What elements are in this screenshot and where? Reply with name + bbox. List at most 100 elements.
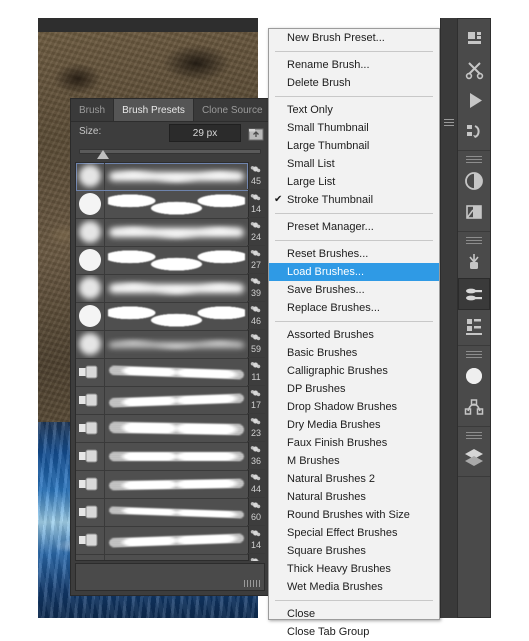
menu-item-label: DP Brushes [287,383,346,395]
dock-group-grip[interactable] [466,351,482,358]
menu-item-small-thumbnail[interactable]: Small Thumbnail [269,119,439,137]
brush-tip-mini-icon [248,359,263,371]
brush-stroke-thumbnail [105,415,248,442]
menu-item-assorted-brushes[interactable]: Assorted Brushes [269,326,439,344]
brush-tip-mini-icon [248,527,263,539]
brush-preset-row[interactable] [76,359,248,387]
menu-item-text-only[interactable]: Text Only [269,101,439,119]
brush-preset-row[interactable] [76,471,248,499]
menu-item-load-brushes[interactable]: Load Brushes... [269,263,439,281]
dock-group-grip[interactable] [466,156,482,163]
menu-item-stroke-thumbnail[interactable]: ✔ Stroke Thumbnail [269,191,439,209]
menu-item-faux-finish-brushes[interactable]: Faux Finish Brushes [269,434,439,452]
menu-item-close[interactable]: Close [269,605,439,623]
brush-preset-row[interactable] [76,275,248,303]
brush-size-number: 23 [250,428,261,438]
play-icon[interactable] [459,85,489,115]
brush-preset-row[interactable] [76,247,248,275]
adjustments-icon[interactable] [459,166,489,196]
brush-tip-thumbnail-soft-round-icon [76,331,105,358]
menu-item-label: Text Only [287,104,333,116]
brush-tip-mini-icon [248,275,263,287]
panel-tab-clone-source[interactable]: Clone Source [193,99,272,121]
panel-resize-grip[interactable] [244,580,260,587]
brush-presets-icon[interactable] [458,278,490,310]
menu-item-m-brushes[interactable]: M Brushes [269,452,439,470]
brush-size-number-cell: 36 [247,442,265,470]
paths-icon[interactable] [459,392,489,422]
menu-item-label: Rename Brush... [287,59,370,71]
brush-size-number: 39 [250,288,261,298]
menu-item-delete-brush[interactable]: Delete Brush [269,74,439,92]
menu-item-replace-brushes[interactable]: Replace Brushes... [269,299,439,317]
brush-preset-row[interactable] [76,499,248,527]
load-brushes-folder-icon[interactable] [247,125,265,143]
brush-preset-row[interactable] [76,415,248,443]
brush-size-value[interactable]: 29 px [169,124,241,142]
brush-tip-thumbnail-flat-bristle-icon [76,359,105,386]
menu-item-label: Reset Brushes... [287,248,369,260]
brush-tip-mini-icon [248,499,263,511]
brush-preset-row[interactable] [76,555,248,560]
dock-grip[interactable] [444,118,454,126]
brush-preset-row[interactable] [76,163,248,191]
brush-preset-row[interactable] [76,443,248,471]
menu-item-calligraphic-brushes[interactable]: Calligraphic Brushes [269,362,439,380]
brush-preset-row[interactable] [76,331,248,359]
menu-item-label: Preset Manager... [287,221,374,233]
menu-item-drop-shadow-brushes[interactable]: Drop Shadow Brushes [269,398,439,416]
menu-item-natural-brushes[interactable]: Natural Brushes [269,488,439,506]
masks-icon[interactable] [459,197,489,227]
brush-preset-list[interactable] [75,162,249,561]
menu-item-small-list[interactable]: Small List [269,155,439,173]
menu-item-preset-manager[interactable]: Preset Manager... [269,218,439,236]
brush-preset-row[interactable] [76,527,248,555]
layers-icon[interactable] [459,442,489,472]
brush-tip-thumbnail-fan-bristle-icon [76,443,105,470]
menu-item-close-tab-group[interactable]: Close Tab Group [269,623,439,641]
menu-item-wet-media-brushes[interactable]: Wet Media Brushes [269,578,439,596]
menu-item-label: Special Effect Brushes [287,527,398,539]
check-icon: ✔ [274,194,283,205]
menu-separator [275,213,433,214]
brush-preset-row[interactable] [76,219,248,247]
panel-tab-brush-presets[interactable]: Brush Presets [114,99,194,121]
menu-item-special-effect-brushes[interactable]: Special Effect Brushes [269,524,439,542]
brush-preset-row[interactable] [76,387,248,415]
menu-item-thick-heavy-brushes[interactable]: Thick Heavy Brushes [269,560,439,578]
color-icon[interactable] [459,361,489,391]
dock-group-grip[interactable] [466,237,482,244]
brush-preset-row[interactable] [76,191,248,219]
menu-item-dry-media-brushes[interactable]: Dry Media Brushes [269,416,439,434]
menu-item-save-brushes[interactable]: Save Brushes... [269,281,439,299]
menu-item-large-list[interactable]: Large List [269,173,439,191]
menu-item-basic-brushes[interactable]: Basic Brushes [269,344,439,362]
menu-item-label: Assorted Brushes [287,329,374,341]
brush-size-slider[interactable] [71,145,269,161]
brush-icon[interactable] [459,247,489,277]
menu-item-reset-brushes[interactable]: Reset Brushes... [269,245,439,263]
slider-knob[interactable] [97,150,109,159]
scissors-icon[interactable] [459,54,489,84]
menu-item-round-brushes-with-size[interactable]: Round Brushes with Size [269,506,439,524]
clone-source-icon[interactable] [459,311,489,341]
brush-stroke-thumbnail [105,275,248,302]
menu-item-new-brush-preset[interactable]: New Brush Preset... [269,29,439,47]
brush-stroke-thumbnail [105,555,248,560]
brush-stroke-thumbnail [105,443,248,470]
menu-item-square-brushes[interactable]: Square Brushes [269,542,439,560]
dock-group-grip[interactable] [466,432,482,439]
history-icon[interactable] [459,116,489,146]
panel-tab-brush[interactable]: Brush [71,99,115,121]
menu-item-large-thumbnail[interactable]: Large Thumbnail [269,137,439,155]
menu-item-natural-brushes-2[interactable]: Natural Brushes 2 [269,470,439,488]
brush-size-number-cell: 24 [247,218,265,246]
menu-item-rename-brush[interactable]: Rename Brush... [269,56,439,74]
brush-stroke-thumbnail [105,471,248,498]
brush-stroke-thumbnail [105,387,248,414]
menu-item-dp-brushes[interactable]: DP Brushes [269,380,439,398]
brush-preset-row[interactable] [76,303,248,331]
brush-presets-panel-menu[interactable]: New Brush Preset... Rename Brush... Delete… [268,28,440,638]
menu-item-label: Delete Brush [287,77,351,89]
mini-bridge-icon[interactable] [459,23,489,53]
